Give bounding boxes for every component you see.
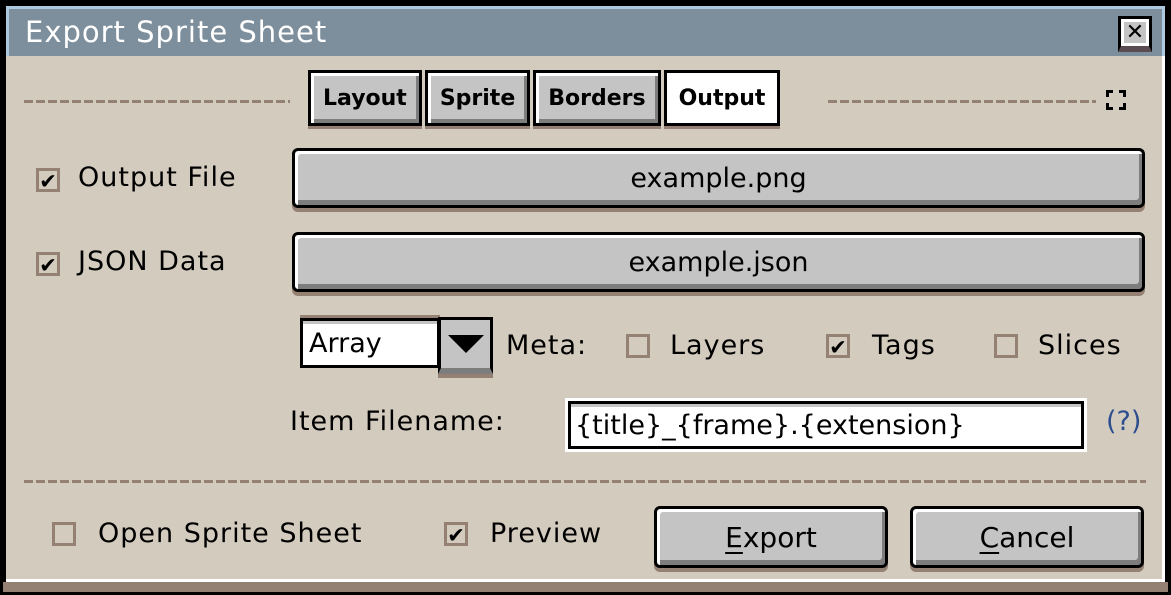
export-mnemonic: E	[725, 520, 743, 554]
cancel-mnemonic: C	[979, 520, 1000, 554]
item-filename-input[interactable]: {title}_{frame}.{extension}	[568, 401, 1084, 449]
json-data-button[interactable]: example.json	[292, 232, 1145, 292]
output-file-label: Output File	[78, 162, 237, 193]
json-format-select[interactable]: Array	[300, 318, 440, 368]
meta-slices-label: Slices	[1038, 330, 1122, 361]
tab-layout[interactable]: Layout	[308, 70, 422, 126]
meta-tags-label: Tags	[872, 330, 936, 361]
tab-divider-left	[24, 100, 290, 103]
meta-slices-checkbox[interactable]	[994, 334, 1018, 358]
title-bar[interactable]: Export Sprite Sheet ✕	[6, 6, 1165, 56]
meta-tags-checkbox[interactable]: ✔	[826, 334, 850, 358]
tab-divider-right	[828, 100, 1096, 103]
checkmark-icon: ✔	[830, 332, 846, 360]
meta-layers-checkbox[interactable]	[626, 334, 650, 358]
tab-output[interactable]: Output	[663, 70, 781, 126]
output-file-button[interactable]: example.png	[292, 148, 1145, 208]
output-file-checkbox[interactable]: ✔	[36, 168, 60, 192]
json-data-label: JSON Data	[78, 246, 227, 277]
window-shadow	[3, 582, 1168, 592]
expand-icon[interactable]	[1106, 90, 1126, 110]
dialog-body: Layout Sprite Borders Output ✔ Output Fi…	[6, 56, 1165, 582]
cancel-label: ancel	[999, 520, 1075, 554]
tab-sprite[interactable]: Sprite	[424, 70, 531, 126]
tab-borders[interactable]: Borders	[533, 70, 661, 126]
close-icon: ✕	[1125, 20, 1145, 45]
preview-label: Preview	[490, 518, 603, 549]
open-sprite-sheet-label: Open Sprite Sheet	[98, 518, 363, 549]
item-filename-label: Item Filename:	[290, 406, 505, 437]
meta-layers-label: Layers	[670, 330, 766, 361]
chevron-down-icon	[447, 335, 484, 353]
open-sprite-sheet-checkbox[interactable]	[52, 522, 76, 546]
json-data-checkbox[interactable]: ✔	[36, 252, 60, 276]
cancel-button[interactable]: Cancel	[910, 506, 1144, 568]
footer-divider	[24, 480, 1146, 483]
checkmark-icon: ✔	[40, 166, 56, 194]
item-filename-help-link[interactable]: (?)	[1106, 406, 1141, 437]
checkmark-icon: ✔	[448, 520, 464, 548]
export-sprite-sheet-dialog: Export Sprite Sheet ✕ Layout Sprite Bord…	[0, 0, 1171, 595]
export-button[interactable]: Export	[654, 506, 888, 568]
meta-label: Meta:	[506, 330, 588, 361]
dialog-title: Export Sprite Sheet	[25, 15, 328, 49]
tab-bar: Layout Sprite Borders Output	[308, 70, 781, 126]
preview-checkbox[interactable]: ✔	[444, 522, 468, 546]
checkmark-icon: ✔	[40, 250, 56, 278]
close-button[interactable]: ✕	[1118, 16, 1152, 52]
export-label: xport	[742, 520, 817, 554]
json-format-dropdown-button[interactable]	[438, 317, 493, 374]
